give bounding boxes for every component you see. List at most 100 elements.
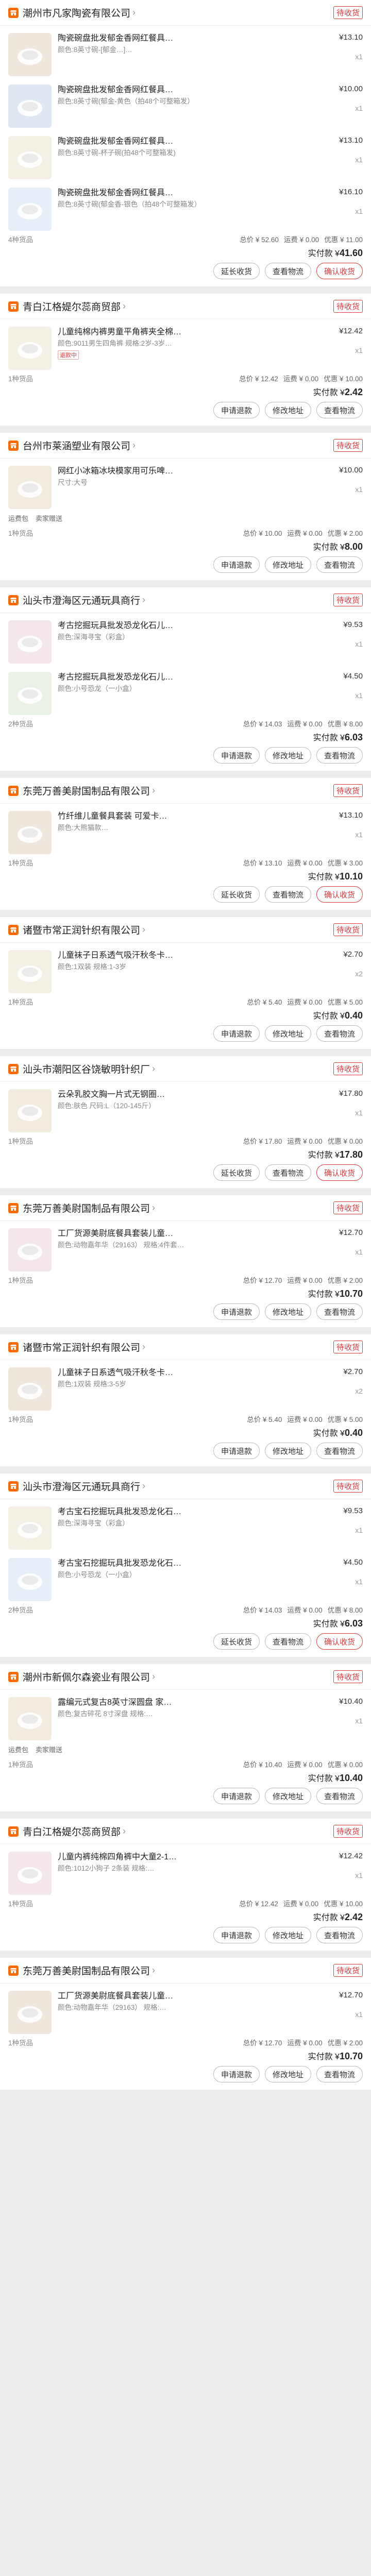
order-item[interactable]: 考古宝石挖掘玩具批发恐龙化石… 颜色:小号恐龙（一小盒） ¥4.50 x1	[0, 1551, 371, 1602]
product-thumbnail[interactable]	[8, 1506, 52, 1550]
shop-header[interactable]: 诸暨市常正润针织有限公司 › 待收货	[0, 917, 371, 943]
order-item[interactable]: 露编元式复古8英寸深圆盘 家… 颜色:复古碎花 8寸深盘 规格:… ¥10.40 x1	[0, 1690, 371, 1741]
request-refund-button[interactable]: 申请退款	[213, 1443, 260, 1459]
shop-name[interactable]: 诸暨市常正润针织有限公司	[23, 1340, 140, 1354]
request-refund-button[interactable]: 申请退款	[213, 1788, 260, 1804]
view-logistics-button[interactable]: 查看物流	[316, 747, 363, 764]
extend-receipt-button[interactable]: 延长收货	[213, 263, 260, 279]
view-logistics-button[interactable]: 查看物流	[264, 1633, 311, 1650]
shop-name[interactable]: 汕头市澄海区元通玩具商行	[23, 1479, 140, 1493]
product-thumbnail[interactable]	[8, 1089, 52, 1132]
item-title[interactable]: 云朵乳胶文胸一片式无钢圈…	[58, 1089, 317, 1100]
shop-name[interactable]: 汕头市潮阳区谷饶敏明针织厂	[23, 1062, 150, 1076]
chevron-right-icon[interactable]: ›	[152, 1671, 155, 1682]
product-thumbnail[interactable]	[8, 1991, 52, 2034]
item-title[interactable]: 露编元式复古8英寸深圆盘 家…	[58, 1697, 317, 1708]
shop-name[interactable]: 东莞万善美尉国制品有限公司	[23, 1963, 150, 1977]
product-thumbnail[interactable]	[8, 1558, 52, 1601]
order-item[interactable]: 儿童内裤纯棉四角裤中大童2-1… 颜色:1012小狗子 2条装 规格:… ¥12.4…	[0, 1844, 371, 1896]
chevron-right-icon[interactable]: ›	[142, 924, 145, 935]
product-thumbnail[interactable]	[8, 33, 52, 76]
confirm-receipt-button[interactable]: 确认收货	[316, 886, 363, 903]
order-item[interactable]: 工厂货源美尉底餐具套装儿童… 颜色:动物嘉年华（29163） 规格:… ¥12.70…	[0, 1984, 371, 2035]
order-item[interactable]: 工厂货源美尉底餐具套装儿童… 颜色:动物嘉年华（29163） 规格:4件套… ¥12…	[0, 1221, 371, 1273]
shop-name[interactable]: 汕头市澄海区元通玩具商行	[23, 593, 140, 607]
product-thumbnail[interactable]	[8, 950, 52, 993]
product-thumbnail[interactable]	[8, 1367, 52, 1411]
order-item[interactable]: 竹纤维儿童餐具套装 可爱卡… 颜色:大熊猫款… ¥13.10 x1	[0, 804, 371, 855]
chevron-right-icon[interactable]: ›	[152, 1965, 155, 1976]
item-title[interactable]: 陶瓷碗盘批发郁金香网红餐具…	[58, 188, 317, 198]
chevron-right-icon[interactable]: ›	[152, 785, 155, 796]
order-item[interactable]: 儿童纯棉内裤男童平角裤夹全棉… 颜色:9011男生四角裤 规格:2岁-3岁… 退款中…	[0, 319, 371, 371]
item-title[interactable]: 陶瓷碗盘批发郁金香网红餐具…	[58, 136, 317, 147]
product-thumbnail[interactable]	[8, 620, 52, 664]
shop-header[interactable]: 东莞万善美尉国制品有限公司 › 待收货	[0, 778, 371, 804]
order-item[interactable]: 陶瓷碗盘批发郁金香网红餐具… 颜色:8英寸碗(郁金香-银色（拍48个可整箱发） ¥1…	[0, 180, 371, 232]
extend-receipt-button[interactable]: 延长收货	[213, 1164, 260, 1181]
chevron-right-icon[interactable]: ›	[132, 440, 136, 451]
product-thumbnail[interactable]	[8, 136, 52, 179]
item-title[interactable]: 考古挖掘玩具批发恐龙化石儿…	[58, 672, 317, 683]
view-logistics-button[interactable]: 查看物流	[264, 263, 311, 279]
item-title[interactable]: 儿童袜子日系透气吸汗秋冬卡…	[58, 1367, 317, 1378]
shop-name[interactable]: 青白江格媞尔蕊商贸部	[23, 1824, 121, 1838]
extend-receipt-button[interactable]: 延长收货	[213, 886, 260, 903]
shop-name[interactable]: 青白江格媞尔蕊商贸部	[23, 299, 121, 313]
view-logistics-button[interactable]: 查看物流	[316, 1788, 363, 1804]
view-logistics-button[interactable]: 查看物流	[316, 1927, 363, 1943]
edit-address-button[interactable]: 修改地址	[264, 402, 311, 418]
item-title[interactable]: 儿童纯棉内裤男童平角裤夹全棉…	[58, 327, 317, 337]
product-thumbnail[interactable]	[8, 811, 52, 854]
order-item[interactable]: 儿童袜子日系透气吸汗秋冬卡… 颜色:1双装 规格:1-3岁 ¥2.70 x2	[0, 943, 371, 994]
chevron-right-icon[interactable]: ›	[142, 595, 145, 605]
product-thumbnail[interactable]	[8, 1697, 52, 1740]
chevron-right-icon[interactable]: ›	[152, 1202, 155, 1213]
view-logistics-button[interactable]: 查看物流	[264, 886, 311, 903]
item-title[interactable]: 网红小冰箱冰块模家用可乐啤…	[58, 466, 317, 477]
extend-receipt-button[interactable]: 延长收货	[213, 1633, 260, 1650]
shop-name[interactable]: 诸暨市常正润针织有限公司	[23, 923, 140, 937]
chevron-right-icon[interactable]: ›	[132, 7, 136, 18]
product-thumbnail[interactable]	[8, 1852, 52, 1895]
item-title[interactable]: 工厂货源美尉底餐具套装儿童…	[58, 1991, 317, 2002]
shop-name[interactable]: 潮州市新佩尔森瓷业有限公司	[23, 1670, 150, 1684]
request-refund-button[interactable]: 申请退款	[213, 556, 260, 573]
edit-address-button[interactable]: 修改地址	[264, 1025, 311, 1042]
confirm-receipt-button[interactable]: 确认收货	[316, 1164, 363, 1181]
order-item[interactable]: 儿童袜子日系透气吸汗秋冬卡… 颜色:1双装 规格:3-5岁 ¥2.70 x2	[0, 1360, 371, 1412]
edit-address-button[interactable]: 修改地址	[264, 2066, 311, 2082]
product-thumbnail[interactable]	[8, 327, 52, 370]
product-thumbnail[interactable]	[8, 672, 52, 715]
request-refund-button[interactable]: 申请退款	[213, 747, 260, 764]
shop-header[interactable]: 潮州市凡家陶瓷有限公司 › 待收货	[0, 0, 371, 26]
shop-header[interactable]: 汕头市澄海区元通玩具商行 › 待收货	[0, 1473, 371, 1499]
shop-header[interactable]: 东莞万善美尉国制品有限公司 › 待收货	[0, 1195, 371, 1221]
confirm-receipt-button[interactable]: 确认收货	[316, 263, 363, 279]
shop-header[interactable]: 台州市莱涵塑业有限公司 › 待收货	[0, 433, 371, 459]
product-thumbnail[interactable]	[8, 188, 52, 231]
shop-name[interactable]: 东莞万善美尉国制品有限公司	[23, 784, 150, 798]
view-logistics-button[interactable]: 查看物流	[316, 1303, 363, 1320]
item-title[interactable]: 陶瓷碗盘批发郁金香网红餐具…	[58, 84, 317, 95]
request-refund-button[interactable]: 申请退款	[213, 402, 260, 418]
shop-name[interactable]: 东莞万善美尉国制品有限公司	[23, 1201, 150, 1215]
shop-header[interactable]: 青白江格媞尔蕊商贸部 › 待收货	[0, 294, 371, 319]
shop-header[interactable]: 潮州市新佩尔森瓷业有限公司 › 待收货	[0, 1664, 371, 1690]
shop-header[interactable]: 诸暨市常正润针织有限公司 › 待收货	[0, 1334, 371, 1360]
shop-header[interactable]: 东莞万善美尉国制品有限公司 › 待收货	[0, 1958, 371, 1984]
order-item[interactable]: 考古宝石挖掘玩具批发恐龙化石… 颜色:深海寻宝（彩盒） ¥9.53 x1	[0, 1499, 371, 1551]
view-logistics-button[interactable]: 查看物流	[316, 2066, 363, 2082]
shop-header[interactable]: 汕头市澄海区元通玩具商行 › 待收货	[0, 587, 371, 613]
edit-address-button[interactable]: 修改地址	[264, 747, 311, 764]
chevron-right-icon[interactable]: ›	[142, 1342, 145, 1352]
item-title[interactable]: 考古挖掘玩具批发恐龙化石儿…	[58, 620, 317, 631]
view-logistics-button[interactable]: 查看物流	[316, 556, 363, 573]
order-item[interactable]: 陶瓷碗盘批发郁金香网红餐具… 颜色:8英寸碗-杯子碗(拍48个可整箱发) ¥13.1…	[0, 129, 371, 180]
chevron-right-icon[interactable]: ›	[142, 1481, 145, 1492]
shop-name[interactable]: 潮州市凡家陶瓷有限公司	[23, 6, 130, 20]
item-title[interactable]: 竹纤维儿童餐具套装 可爱卡…	[58, 811, 317, 822]
confirm-receipt-button[interactable]: 确认收货	[316, 1633, 363, 1650]
product-thumbnail[interactable]	[8, 1228, 52, 1272]
product-thumbnail[interactable]	[8, 84, 52, 128]
